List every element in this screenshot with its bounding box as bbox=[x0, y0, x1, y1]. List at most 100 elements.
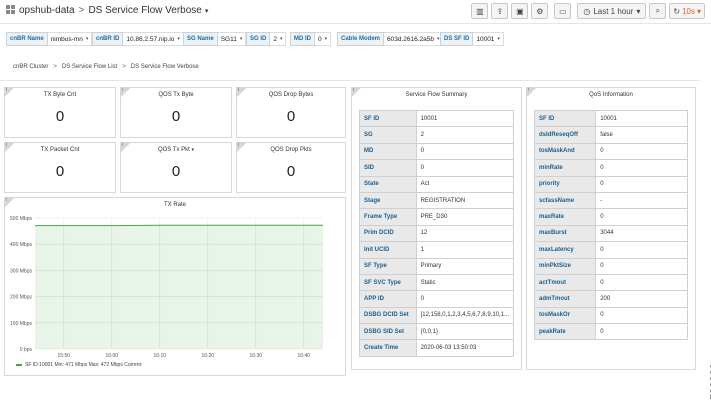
tx-rate-graph-panel[interactable]: i TX Rate 0 bps 100 Mbps 200 Mbps 300 Mbps 4… bbox=[4, 197, 346, 376]
table-row: MD 0 bbox=[359, 142, 515, 161]
row-key: Frame Type bbox=[359, 208, 417, 226]
dashboard-title[interactable]: DS Service Flow Verbose bbox=[88, 5, 201, 16]
variable-label: cnBR ID bbox=[92, 32, 124, 46]
refresh-interval-label: 10s bbox=[682, 6, 695, 16]
panel-menu-caret-icon[interactable]: ▾ bbox=[192, 147, 195, 153]
row-key: SF SVC Type bbox=[359, 273, 417, 292]
table-row: minRate 0 bbox=[533, 159, 688, 177]
row-key: peakRate bbox=[533, 323, 597, 341]
table-row: maxLatency 0 bbox=[533, 241, 688, 259]
add-panel-button[interactable]: ▥ bbox=[471, 3, 489, 19]
row-key: SF Type bbox=[359, 257, 417, 275]
stat-panel-qos-tx-pkt[interactable]: i QOS Tx Pkt ▾ 0 bbox=[120, 142, 232, 193]
variable-cnbr-name[interactable]: cnBR Name nimbus-mn ▾ bbox=[6, 32, 93, 46]
panel-title[interactable]: QOS Drop Bytes bbox=[237, 92, 345, 98]
stat-panel-tx-packet-cnt[interactable]: i TX Packet Cnt 0 bbox=[4, 142, 116, 193]
stat-value: 0 bbox=[55, 108, 65, 125]
share-button[interactable]: ⇪ bbox=[491, 3, 509, 19]
legend-swatch bbox=[16, 364, 22, 366]
row-value: 0 bbox=[595, 241, 688, 259]
service-flow-summary-panel: i Service Flow Summary SF ID 10001 SG 2 MD 0 S… bbox=[351, 87, 522, 370]
stat-panel-tx-byte-cnt[interactable]: i TX Byte Cnt 0 bbox=[4, 87, 116, 138]
summary-table: SF ID 10001 SG 2 MD 0 SID 0 State Act Stage REGISTR… bbox=[359, 109, 515, 357]
variable-value[interactable]: SG11 ▾ bbox=[217, 32, 247, 46]
series-area bbox=[35, 225, 323, 349]
panel-title[interactable]: TX Byte Cnt bbox=[5, 92, 115, 98]
row-value: 0 bbox=[595, 159, 688, 177]
link-separator: > bbox=[53, 64, 57, 70]
dashboard-menu-caret-icon[interactable]: ▾ bbox=[205, 8, 209, 15]
row-value: 0 bbox=[595, 257, 688, 275]
refresh-picker[interactable]: ↻ 10s ▾ bbox=[669, 3, 705, 19]
stat-panel-qos-drop-pkts[interactable]: i QOS Drop Pkts 0 bbox=[236, 142, 346, 193]
link-cnbr-cluster[interactable]: cnBR Cluster bbox=[13, 64, 48, 70]
table-row: scfassName - bbox=[533, 191, 688, 210]
row-value: [12,158,0,1,2,3,4,5,6,7,8,9,10,1... bbox=[415, 306, 515, 325]
row-value: 10001 bbox=[595, 109, 688, 128]
tx-rate-chart[interactable]: 0 bps 100 Mbps 200 Mbps 300 Mbps 400 Mbps 500… bbox=[5, 198, 347, 377]
zoom-out-button[interactable]: ⌕ bbox=[649, 3, 667, 19]
variable-md-id[interactable]: MD ID 0 ▾ bbox=[290, 32, 332, 46]
variable-value[interactable]: 0 ▾ bbox=[315, 32, 332, 46]
panel-title[interactable]: QOS Tx Byte bbox=[121, 92, 231, 98]
link-ds-service-flow-verbose[interactable]: DS Service Flow Verbose bbox=[131, 64, 199, 70]
table-row: admTmout 200 bbox=[533, 290, 688, 308]
row-key: Init UCID bbox=[359, 241, 417, 259]
row-key: maxRate bbox=[533, 208, 597, 226]
variable-cnbr-id[interactable]: cnBR ID 10.86.2.57.nip.io ▾ bbox=[92, 32, 184, 46]
time-picker[interactable]: ◷ Last 1 hour ▾ bbox=[577, 3, 647, 19]
variable-value[interactable]: 603d.2616.2a5b ▾ bbox=[384, 32, 444, 46]
tv-mode-button[interactable]: ▭ bbox=[554, 3, 572, 19]
variable-ds-sf-id[interactable]: DS SF ID 10001 ▾ bbox=[440, 32, 504, 46]
add-panel-icon: ▥ bbox=[476, 6, 484, 16]
chevron-down-icon: ▾ bbox=[636, 6, 641, 16]
graph-legend[interactable]: SF ID:10001 Min: 471 Mbps Max: 472 Mbps … bbox=[16, 362, 142, 368]
row-key: scfassName bbox=[533, 191, 597, 210]
refresh-icon: ↻ bbox=[673, 6, 681, 16]
row-value: 0 bbox=[595, 273, 688, 292]
panel-title[interactable]: TX Packet Cnt bbox=[5, 147, 115, 153]
stat-panel-qos-tx-byte[interactable]: i QOS Tx Byte 0 bbox=[120, 87, 232, 138]
table-row: maxRate 0 bbox=[533, 208, 688, 226]
row-value: {0,0,1} bbox=[415, 323, 515, 341]
panel-title[interactable]: QoS Information bbox=[527, 92, 695, 98]
variable-value[interactable]: 10001 ▾ bbox=[473, 32, 504, 46]
row-value: 0 bbox=[415, 290, 515, 308]
table-row: dsIdReseqOff false bbox=[533, 126, 688, 144]
y-tick-label: 0 bps bbox=[20, 347, 33, 353]
table-row: State Act bbox=[359, 175, 515, 193]
stat-panel-qos-drop-bytes[interactable]: i QOS Drop Bytes 0 bbox=[236, 87, 346, 138]
variable-sg-name[interactable]: SG Name SG11 ▾ bbox=[183, 32, 247, 46]
settings-button[interactable]: ⚙ bbox=[531, 3, 549, 19]
row-value: 0 bbox=[595, 208, 688, 226]
row-key: dsIdReseqOff bbox=[533, 126, 597, 144]
table-row: DSBG SID Set {0,0,1} bbox=[359, 323, 515, 341]
panel-title[interactable]: Service Flow Summary bbox=[352, 92, 521, 98]
variable-cable-modem[interactable]: Cable Modem 603d.2616.2a5b ▾ bbox=[337, 32, 444, 46]
variable-value[interactable]: nimbus-mn ▾ bbox=[47, 32, 93, 46]
variable-sg-id[interactable]: SG ID 2 ▾ bbox=[246, 32, 287, 46]
variable-value[interactable]: 2 ▾ bbox=[270, 32, 287, 46]
folder-link[interactable]: opshub-data bbox=[19, 5, 75, 16]
variable-label: MD ID bbox=[290, 32, 315, 46]
row-key: Create Time bbox=[359, 339, 417, 357]
link-ds-service-flow-list[interactable]: DS Service Flow List bbox=[62, 64, 117, 70]
row-key: maxLatency bbox=[533, 241, 597, 259]
row-key: actTmout bbox=[533, 273, 597, 292]
variable-value[interactable]: 10.86.2.57.nip.io ▾ bbox=[123, 32, 184, 46]
dashboards-grid-icon[interactable] bbox=[6, 5, 15, 14]
save-button[interactable]: ▣ bbox=[511, 3, 529, 19]
variable-label: DS SF ID bbox=[440, 32, 474, 46]
row-value: Act bbox=[415, 175, 515, 193]
panel-title[interactable]: QOS Drop Pkts bbox=[237, 147, 345, 153]
stat-value: 0 bbox=[171, 163, 181, 180]
row-value: 200 bbox=[595, 290, 688, 308]
stat-value: 0 bbox=[171, 108, 181, 125]
tv-mode-icon: ▭ bbox=[559, 6, 567, 16]
row-value: 0 bbox=[415, 142, 515, 161]
row-key: SF ID bbox=[533, 109, 597, 128]
share-icon: ⇪ bbox=[496, 6, 504, 16]
y-tick-label: 200 Mbps bbox=[10, 295, 32, 301]
panel-title[interactable]: QOS Tx Pkt ▾ bbox=[121, 147, 231, 153]
clock-icon: ◷ bbox=[583, 6, 591, 16]
